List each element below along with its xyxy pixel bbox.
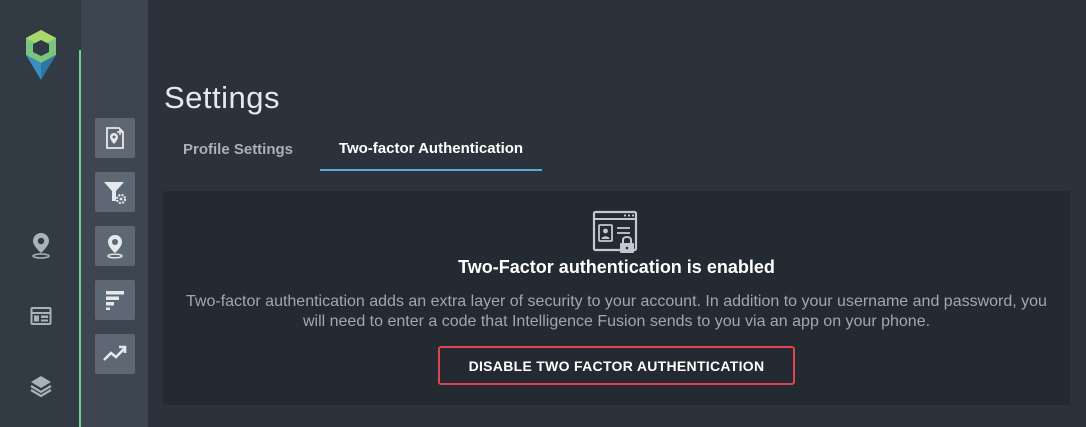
security-window-lock-icon [592,210,638,253]
tab-profile-settings[interactable]: Profile Settings [164,128,320,171]
tab-two-factor-authentication[interactable]: Two-factor Authentication [320,128,542,171]
layers-icon[interactable] [26,371,56,401]
disable-two-factor-button[interactable]: DISABLE TWO FACTOR AUTHENTICATION [438,346,795,385]
nav-rail [0,0,81,427]
bar-list-icon[interactable] [95,280,135,320]
two-factor-card: Two-Factor authentication is enabled Two… [163,191,1070,405]
page-title: Settings [164,80,281,115]
filter-settings-icon[interactable] [95,172,135,212]
location-pin-icon[interactable] [95,226,135,266]
trend-up-icon[interactable] [95,334,135,374]
map-pin-icon[interactable] [26,230,56,260]
map-add-icon[interactable] [95,118,135,158]
intelligence-fusion-logo[interactable] [22,28,60,82]
tool-panel [81,0,148,427]
calendar-grid-icon[interactable] [26,301,56,331]
two-factor-description: Two-factor authentication adds an extra … [186,293,1047,330]
two-factor-status-heading: Two-Factor authentication is enabled [458,257,775,277]
main-content: Settings Profile Settings Two-factor Aut… [148,0,1086,427]
settings-tabs: Profile Settings Two-factor Authenticati… [164,128,542,172]
